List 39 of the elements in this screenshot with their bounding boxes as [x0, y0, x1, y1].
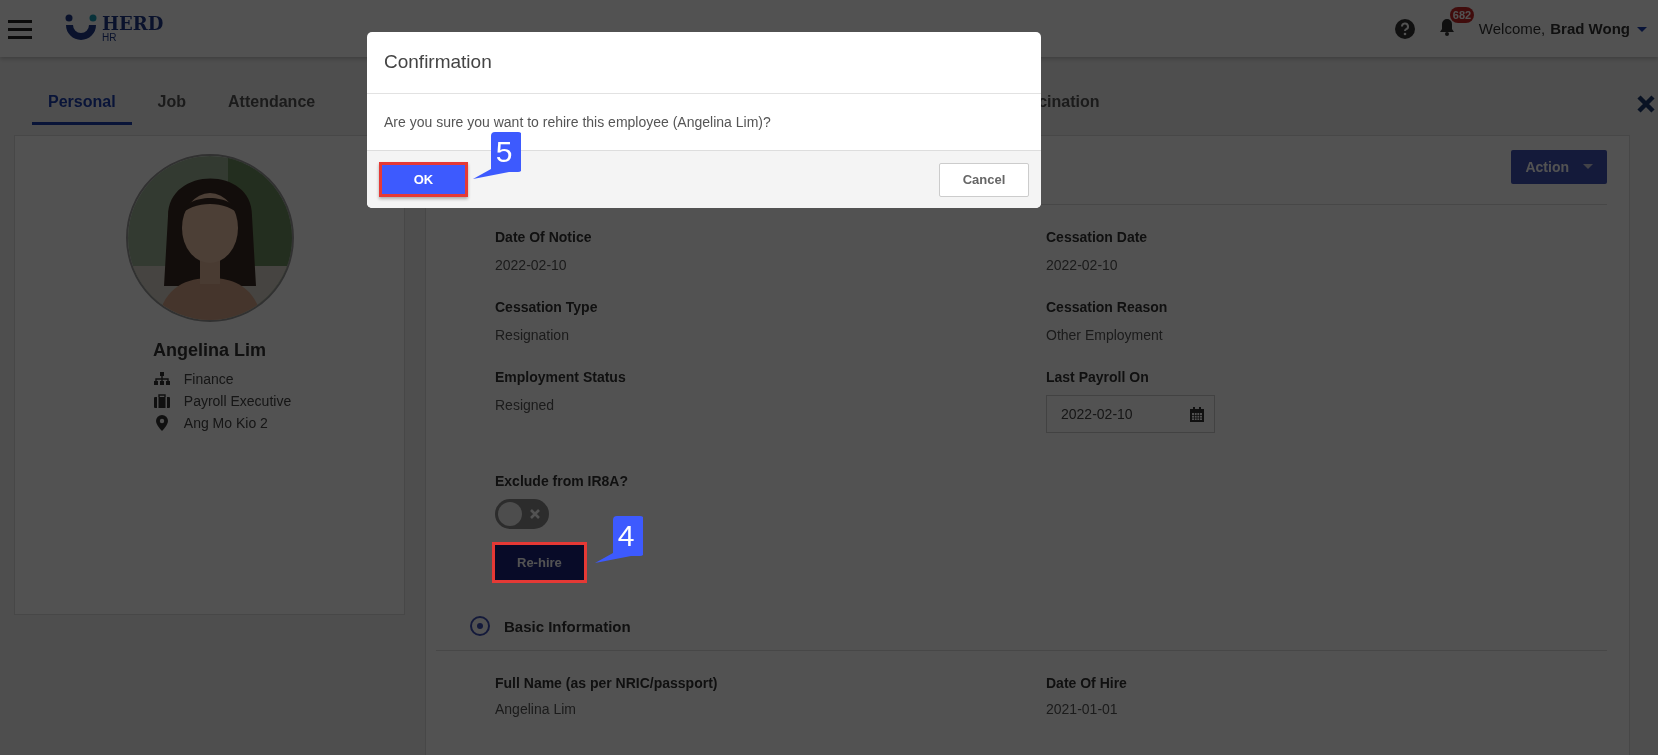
field-label: Cessation Reason: [1046, 299, 1169, 315]
tab[interactable]: Personal: [32, 83, 132, 125]
field-label: Employment Status: [495, 369, 627, 385]
field-label: Cessation Date: [1046, 229, 1149, 245]
menu-icon[interactable]: [8, 18, 32, 39]
logo-subtext: HR: [102, 32, 118, 43]
radio-icon: [470, 616, 490, 636]
caret-icon[interactable]: [1636, 24, 1648, 33]
field-label: Exclude from IR8A?: [495, 473, 630, 489]
section-title: Basic Information: [504, 617, 631, 635]
profile-detail: Ang Mo Kio 2: [183, 415, 268, 431]
help-icon[interactable]: [1394, 18, 1415, 39]
close-icon[interactable]: [1636, 94, 1656, 114]
caret-icon: [1583, 164, 1593, 170]
field-label: Cessation Type: [495, 299, 599, 315]
sitemap-icon: [153, 372, 170, 386]
field-label: Last Payroll On: [1046, 369, 1150, 385]
logo-text: HERD: [102, 14, 164, 33]
rehire-button[interactable]: Re-hire: [495, 545, 584, 580]
ok-button[interactable]: OK: [379, 162, 468, 197]
user-menu[interactable]: Brad Wong: [1550, 20, 1630, 37]
profile-detail: Payroll Executive: [183, 393, 292, 409]
calendar-icon[interactable]: [1190, 406, 1204, 422]
bell-icon[interactable]: [1438, 17, 1455, 36]
cancel-button[interactable]: Cancel: [939, 162, 1029, 197]
field-label: Date Of Notice: [495, 229, 593, 245]
welcome-text: Welcome,: [1478, 20, 1546, 37]
close-icon: [529, 508, 541, 520]
employee-name: Angelina Lim: [153, 340, 266, 361]
briefcase-icon: [153, 394, 170, 408]
map-pin-icon: [153, 415, 170, 431]
toggle-switch[interactable]: [495, 499, 549, 529]
profile-detail: Finance: [183, 371, 234, 387]
callout-badge: 4: [593, 513, 643, 565]
field-label: Date Of Hire: [1046, 675, 1128, 691]
notification-badge: 682: [1449, 6, 1475, 23]
field-label: Full Name (as per NRIC/passport): [495, 675, 719, 691]
date-field[interactable]: 2022-02-10: [1046, 395, 1215, 433]
dialog-title: Confirmation: [367, 32, 1041, 94]
